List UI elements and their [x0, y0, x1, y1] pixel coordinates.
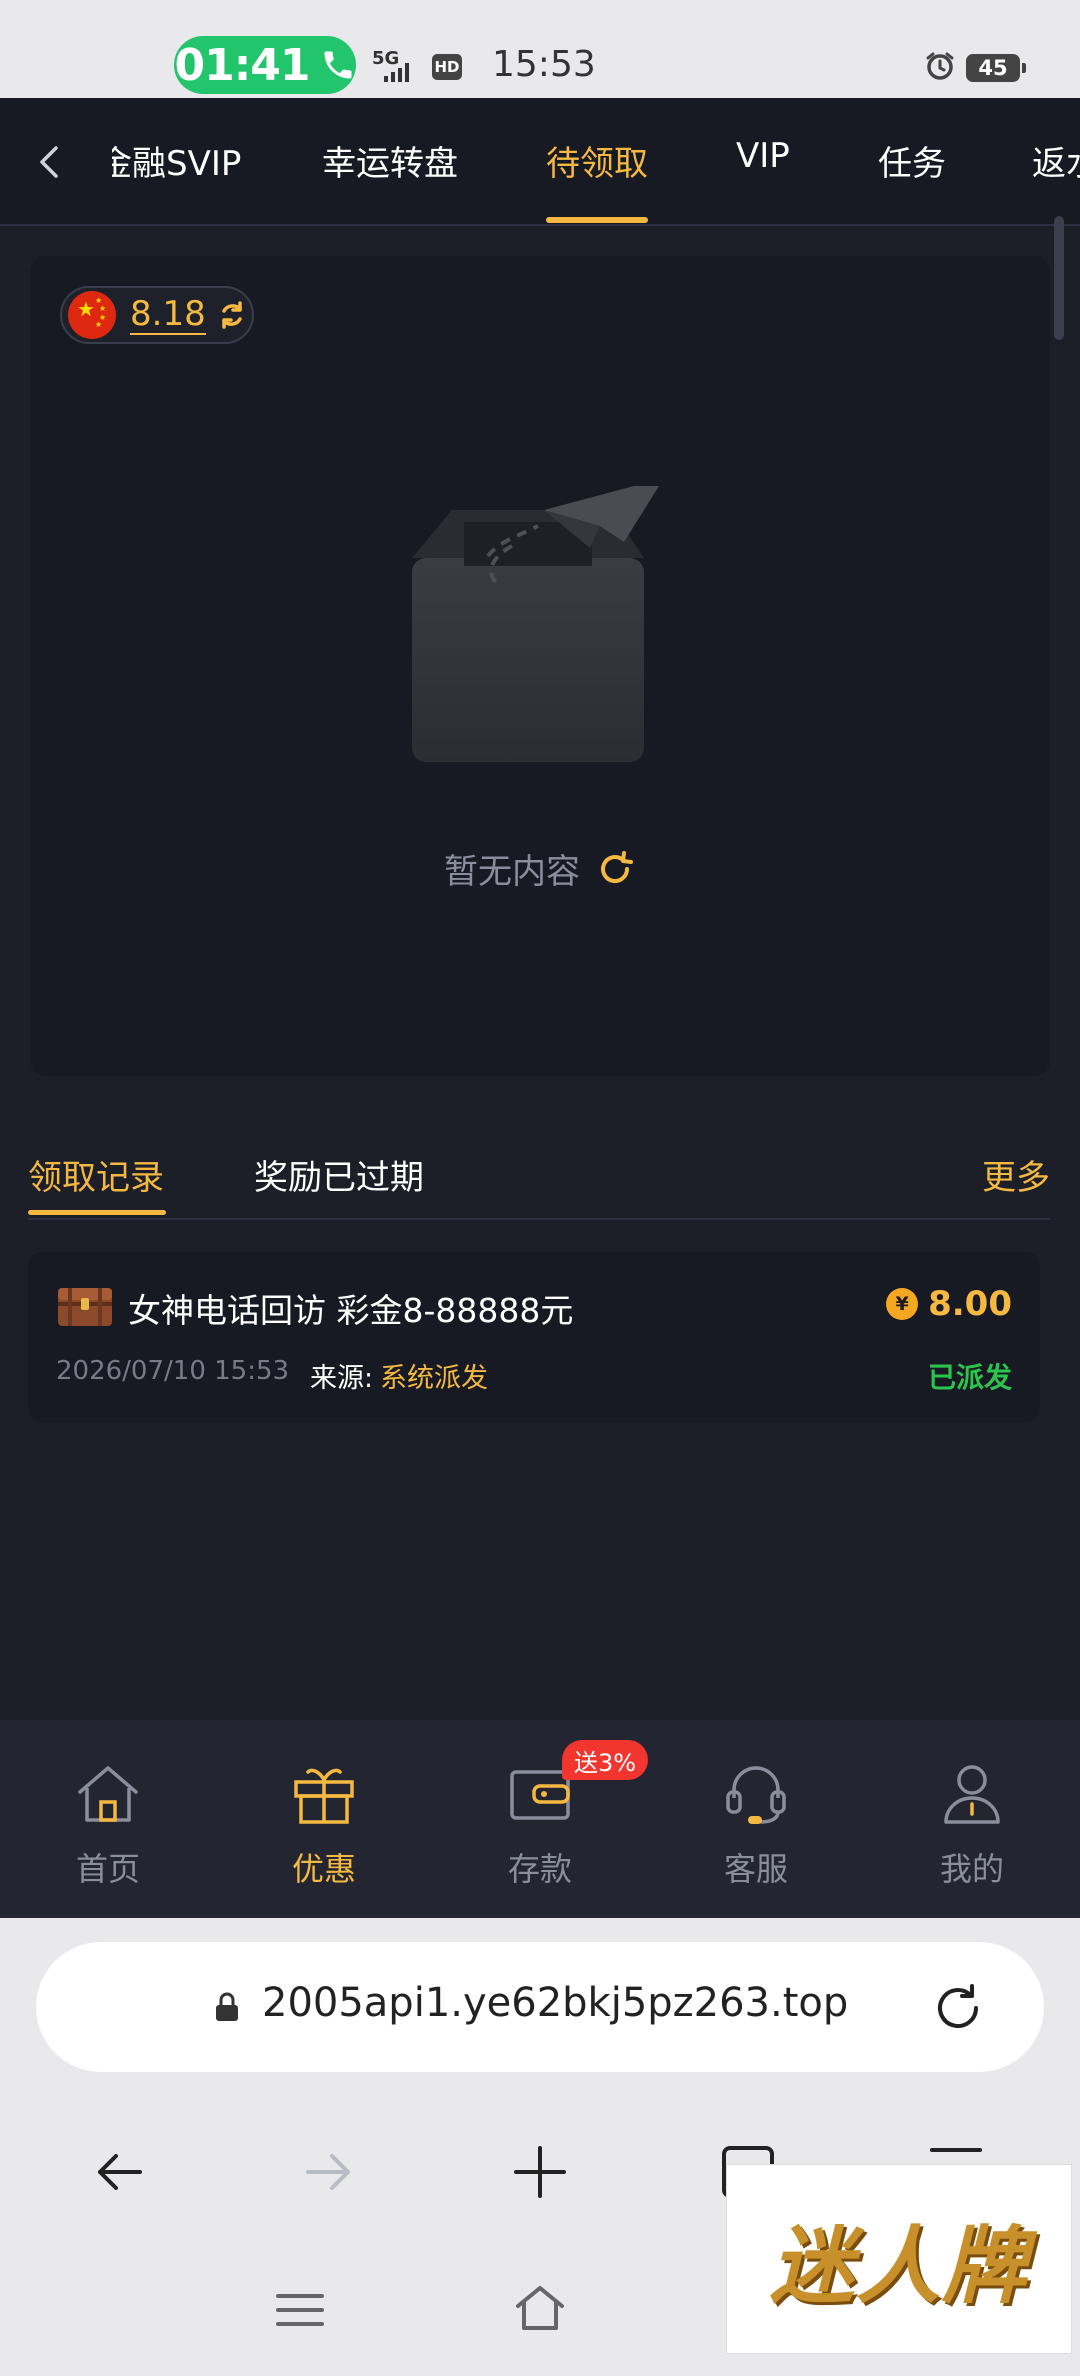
back-arrow-icon[interactable] — [26, 138, 74, 186]
call-timer: 01:41 — [174, 39, 310, 91]
amount-value: 8.00 — [928, 1284, 1012, 1324]
balance-value: 8.18 — [130, 294, 206, 335]
system-home-icon[interactable] — [512, 2280, 568, 2336]
active-tab-indicator — [546, 217, 648, 223]
tab-tasks[interactable]: 任务 — [878, 136, 946, 185]
home-icon — [78, 1766, 138, 1822]
tab-rebate[interactable]: 返水 — [1032, 136, 1080, 185]
nav-promotions[interactable]: 优惠 — [216, 1720, 432, 1918]
nav-label: 优惠 — [291, 1850, 356, 1888]
nav-label: 我的 — [939, 1850, 1004, 1888]
record-title: 女神电话回访 彩金8-88888元 — [128, 1291, 574, 1330]
signal-icon — [384, 62, 409, 82]
tab-claim-records[interactable]: 领取记录 — [28, 1150, 164, 1199]
hd-badge: HD — [432, 54, 462, 80]
divider — [28, 1218, 1050, 1220]
new-tab-icon[interactable] — [508, 2140, 572, 2204]
balance-pill[interactable]: ★ ★ ★ ★ ★ 8.18 — [60, 286, 254, 344]
scrollbar-thumb[interactable] — [1054, 216, 1064, 340]
refresh-balance-icon[interactable] — [216, 299, 248, 331]
watermark-text: 迷人牌 — [769, 2215, 1028, 2315]
headset-icon — [726, 1766, 786, 1824]
treasure-chest-icon — [58, 1288, 112, 1326]
battery-indicator: 45 — [966, 54, 1026, 82]
user-icon — [944, 1765, 1000, 1824]
tabs-scroller[interactable]: 金融SVIP 幸运转盘 待领取 VIP 任务 返水 — [112, 98, 1080, 224]
nav-label: 首页 — [75, 1850, 140, 1888]
empty-box-icon — [412, 486, 659, 762]
status-badge: 已派发 — [927, 1361, 1012, 1394]
alarm-icon — [926, 52, 954, 80]
top-tab-bar: 金融SVIP 幸运转盘 待领取 VIP 任务 返水 — [0, 98, 1080, 226]
lock-icon — [216, 1992, 238, 2021]
watermark-logo: 迷人牌 — [726, 2164, 1072, 2354]
china-flag-icon: ★ ★ ★ ★ ★ — [68, 291, 116, 339]
nav-label: 存款 — [507, 1850, 572, 1888]
browser-forward-icon[interactable] — [296, 2140, 360, 2204]
record-tab-bar: 领取记录 奖励已过期 更多 — [0, 1138, 1080, 1222]
clock: 15:53 — [492, 44, 596, 85]
more-link[interactable]: 更多 — [982, 1150, 1050, 1199]
phone-icon — [324, 51, 352, 79]
yen-coin-icon: ¥ — [886, 1288, 919, 1320]
tab-svip[interactable]: 金融SVIP — [112, 136, 241, 185]
tab-pending[interactable]: 待领取 — [546, 136, 648, 185]
nav-support[interactable]: 客服 — [648, 1720, 864, 1918]
nav-profile[interactable]: 我的 — [864, 1720, 1080, 1918]
record-datetime: 2026/07/10 15:53 — [56, 1356, 290, 1386]
tab-lucky-wheel[interactable]: 幸运转盘 — [322, 136, 458, 185]
url-text[interactable]: 2005api1.ye62bkj5pz263.top — [262, 1980, 892, 2026]
empty-state-text: 暂无内容 — [444, 852, 580, 892]
reload-icon[interactable] — [594, 848, 636, 890]
list-item[interactable]: 女神电话回访 彩金8-88888元 ¥ 8.00 2026/07/10 15:5… — [28, 1252, 1040, 1422]
nav-home[interactable]: 首页 — [0, 1720, 216, 1918]
reload-page-icon[interactable] — [928, 1978, 988, 2038]
bottom-nav: 首页 优惠 存款 客服 我的 送3% — [0, 1720, 1080, 1918]
source-label: 来源: — [310, 1363, 374, 1394]
record-tab-indicator — [28, 1210, 166, 1215]
source-value: 系统派发 — [380, 1363, 488, 1394]
app-area: 金融SVIP 幸运转盘 待领取 VIP 任务 返水 ★ ★ ★ ★ ★ 8.18 — [0, 98, 1080, 1918]
gift-icon — [294, 1768, 354, 1824]
tab-expired-rewards[interactable]: 奖励已过期 — [254, 1150, 424, 1199]
deposit-bonus-badge: 送3% — [562, 1740, 649, 1780]
active-call-pill[interactable]: 01:41 — [174, 36, 356, 94]
record-amount: ¥ 8.00 — [886, 1284, 1012, 1324]
tab-vip[interactable]: VIP — [736, 136, 790, 176]
system-menu-icon[interactable] — [272, 2282, 328, 2338]
nav-label: 客服 — [723, 1850, 788, 1888]
status-bar: 01:41 5G HD 15:53 45 — [0, 0, 1080, 98]
browser-back-icon[interactable] — [88, 2140, 152, 2204]
empty-state: 暂无内容 — [0, 844, 1080, 893]
address-bar[interactable]: 2005api1.ye62bkj5pz263.top — [36, 1942, 1044, 2072]
